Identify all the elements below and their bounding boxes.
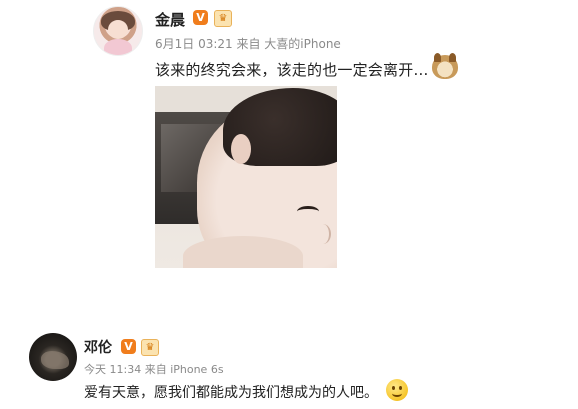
photo-eye [297,206,319,217]
photo-nose [315,224,331,244]
avatar-face [108,20,128,39]
avatar-body [104,39,132,55]
author-name[interactable]: 邓伦 [84,337,112,357]
member-crown-icon: ♛ [141,339,159,356]
author-name[interactable]: 金晨 [155,9,185,30]
smile-emoji-icon [386,379,408,401]
photo-ear [231,134,251,164]
avatar[interactable] [29,333,77,381]
doge-emoji-icon [432,53,458,79]
avatar[interactable] [93,6,143,56]
post-text: 爱有天意，愿我们都能成为我们想成为的人吧。 [84,385,378,401]
avatar-shape [41,351,69,369]
verified-badge-icon: V [193,10,208,25]
post-meta: 6月1日 03:21 来自 大喜的iPhone [155,37,341,51]
post-image[interactable] [155,86,337,268]
post-text: 该来的终究会来，该走的也一定会离开… [155,61,429,79]
photo-shoulder [183,236,303,268]
post-meta: 今天 11:34 来自 iPhone 6s [84,363,224,376]
member-crown-icon: ♛ [214,10,232,27]
verified-badge-icon: V [121,339,136,354]
